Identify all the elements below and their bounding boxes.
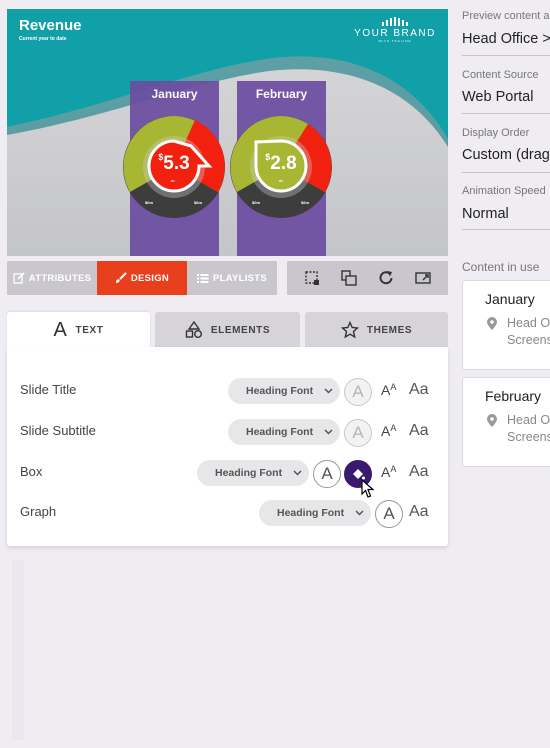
font-select[interactable]: Heading Font bbox=[228, 419, 340, 445]
font-select[interactable]: Heading Font bbox=[197, 460, 309, 486]
content-source-select[interactable]: Web Portal bbox=[462, 89, 533, 105]
font-case-icon[interactable]: Aa bbox=[409, 381, 429, 399]
crop-button[interactable] bbox=[301, 267, 323, 289]
gauge-max-january: $6m bbox=[194, 200, 203, 205]
row-label: Slide Title bbox=[20, 382, 77, 397]
row-slide-subtitle: Slide Subtitle Heading Font A AA Aa bbox=[7, 419, 448, 449]
row-label: Graph bbox=[20, 504, 57, 519]
field-underline bbox=[462, 229, 550, 230]
content-in-use-label: Content in use bbox=[462, 260, 540, 274]
text-icon: A bbox=[53, 319, 68, 341]
card-title: January bbox=[485, 291, 535, 307]
text-color-button[interactable]: A bbox=[313, 460, 341, 488]
preview-background bbox=[7, 9, 448, 256]
fullscreen-icon bbox=[415, 272, 432, 284]
font-select[interactable]: Heading Font bbox=[228, 378, 340, 404]
row-label: Slide Subtitle bbox=[20, 423, 96, 438]
font-size-icon[interactable]: AA bbox=[381, 382, 396, 398]
mouse-cursor-icon bbox=[361, 479, 375, 498]
month-name: January bbox=[151, 87, 198, 101]
text-color-button[interactable]: A bbox=[375, 500, 403, 528]
row-graph: Graph Heading Font A Aa bbox=[7, 500, 448, 530]
list-icon bbox=[196, 273, 209, 283]
chevron-down-icon bbox=[324, 429, 333, 435]
tab-elements[interactable]: ELEMENTS bbox=[155, 312, 300, 348]
field-underline bbox=[462, 113, 550, 114]
display-order-select[interactable]: Custom (drag bbox=[462, 147, 550, 163]
location-pin-icon bbox=[487, 317, 497, 330]
edit-icon bbox=[13, 272, 25, 284]
location-pin-icon bbox=[487, 414, 497, 427]
font-case-icon[interactable]: Aa bbox=[409, 463, 429, 481]
tab-themes[interactable]: THEMES bbox=[305, 312, 448, 348]
row-label: Box bbox=[20, 464, 43, 479]
font-case-icon[interactable]: Aa bbox=[409, 503, 429, 521]
shapes-icon bbox=[185, 321, 202, 338]
slide-subtitle: Current year to date bbox=[19, 36, 67, 42]
gauge-min-february: $0m bbox=[252, 200, 261, 205]
animation-speed-label: Animation Speed bbox=[462, 185, 546, 197]
brush-icon bbox=[115, 272, 127, 283]
gauge-value-february: $2.8 bbox=[265, 152, 297, 174]
row-box: Box Heading Font A AA Aa bbox=[7, 460, 448, 498]
font-size-icon[interactable]: AA bbox=[381, 423, 396, 439]
font-case-icon[interactable]: Aa bbox=[409, 422, 429, 440]
brand-logo: YOUR BRAND WITH TAGLINE bbox=[354, 17, 436, 43]
editor-tabs: ATTRIBUTES DESIGN PLAYLISTS bbox=[7, 261, 277, 295]
card-location: Head O bbox=[507, 413, 550, 427]
field-underline bbox=[462, 172, 550, 173]
row-slide-title: Slide Title Heading Font A AA Aa bbox=[7, 378, 448, 408]
text-settings-panel: Slide Title Heading Font A AA Aa Slide S… bbox=[7, 347, 448, 546]
card-screens: Screens bbox=[507, 333, 550, 347]
chevron-down-icon bbox=[293, 470, 302, 476]
text-color-button[interactable]: A bbox=[344, 378, 372, 406]
gauge-min-january: $0m bbox=[145, 200, 154, 205]
star-icon bbox=[340, 321, 359, 339]
font-size-icon[interactable]: AA bbox=[381, 464, 396, 480]
crop-icon bbox=[304, 271, 319, 285]
preview-content-label: Preview content a bbox=[462, 10, 550, 22]
display-order-label: Display Order bbox=[462, 127, 530, 139]
refresh-icon bbox=[379, 271, 393, 285]
gauge-value-january: $5.3 bbox=[158, 152, 190, 174]
animation-speed-select[interactable]: Normal bbox=[462, 206, 509, 222]
content-card-february[interactable]: February Head O Screens bbox=[462, 377, 550, 467]
tab-text[interactable]: A TEXT bbox=[7, 312, 150, 349]
tab-attributes[interactable]: ATTRIBUTES bbox=[7, 261, 97, 295]
layers-button[interactable] bbox=[338, 267, 360, 289]
divider bbox=[12, 560, 24, 740]
slide-preview[interactable]: Revenue Current year to date YOUR BRAND … bbox=[7, 9, 448, 256]
gauge-max-february: $6m bbox=[301, 200, 310, 205]
layers-icon bbox=[341, 270, 357, 286]
content-source-label: Content Source bbox=[462, 69, 539, 81]
card-screens: Screens bbox=[507, 430, 550, 444]
font-select[interactable]: Heading Font bbox=[259, 500, 371, 526]
tab-playlists[interactable]: PLAYLISTS bbox=[187, 261, 277, 295]
preview-content-select[interactable]: Head Office > bbox=[462, 31, 550, 47]
text-color-button[interactable]: A bbox=[344, 419, 372, 447]
preview-toolbar bbox=[287, 261, 448, 295]
slide-title: Revenue bbox=[19, 17, 82, 34]
fullscreen-button[interactable] bbox=[412, 267, 434, 289]
content-card-january[interactable]: January Head O Screens bbox=[462, 280, 550, 370]
design-tabs: A TEXT ELEMENTS THEMES bbox=[7, 312, 448, 349]
tab-design[interactable]: DESIGN bbox=[97, 261, 187, 295]
chevron-down-icon bbox=[324, 388, 333, 394]
month-name: February bbox=[255, 87, 308, 101]
card-title: February bbox=[485, 388, 542, 404]
card-location: Head O bbox=[507, 316, 550, 330]
refresh-button[interactable] bbox=[375, 267, 397, 289]
field-underline bbox=[462, 55, 550, 56]
chevron-down-icon bbox=[355, 510, 364, 516]
